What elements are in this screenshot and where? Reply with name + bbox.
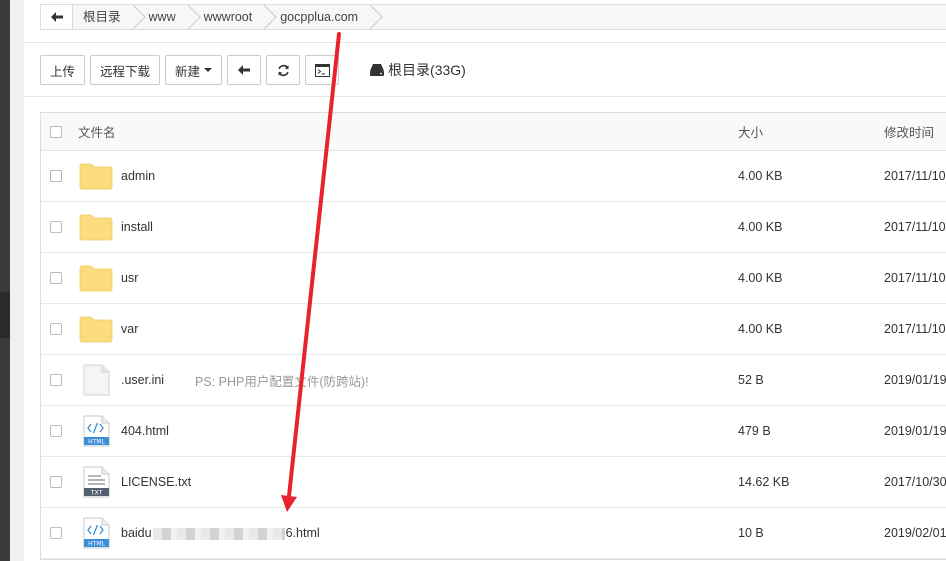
file-name-prefix: baidu	[121, 526, 152, 540]
file-name-link[interactable]: usr	[121, 271, 138, 285]
file-name-link[interactable]: var	[121, 322, 138, 336]
file-size: 479 B	[738, 424, 771, 438]
file-size: 4.00 KB	[738, 322, 783, 336]
file-name-link[interactable]: install	[121, 220, 153, 234]
file-modified: 2019/02/01	[884, 526, 946, 540]
table-row[interactable]: var 4.00 KB 2017/11/10	[41, 304, 946, 355]
disk-label: 根目录(33G)	[388, 62, 466, 78]
breadcrumb-back-button[interactable]	[41, 5, 73, 29]
table-row[interactable]: HTML baidu 6.html 10 B 2019/02/01	[41, 508, 946, 559]
row-checkbox[interactable]	[50, 374, 62, 386]
row-checkbox[interactable]	[50, 272, 62, 284]
file-note: PS: PHP用户配置文件(防跨站)!	[195, 374, 369, 389]
file-modified: 2019/01/19	[884, 373, 946, 387]
refresh-icon	[277, 64, 289, 76]
column-header-name[interactable]: 文件名	[78, 122, 116, 141]
txt-file-icon: TXT	[83, 466, 110, 498]
breadcrumb-item-wwwroot[interactable]: wwwroot	[190, 5, 267, 29]
file-size: 4.00 KB	[738, 271, 783, 285]
new-button-label: 新建	[175, 64, 201, 79]
redacted-region	[152, 527, 285, 540]
folder-icon	[79, 316, 113, 343]
folder-icon	[79, 163, 113, 190]
breadcrumb: 根目录 www wwwroot gocpplua.com	[40, 4, 946, 30]
column-header-size[interactable]: 大小	[738, 122, 763, 141]
left-sidebar-edge	[0, 0, 10, 561]
file-modified: 2017/11/10	[884, 220, 946, 234]
file-modified: 2019/01/19	[884, 424, 946, 438]
remote-download-button[interactable]: 远程下载	[90, 55, 161, 85]
svg-text:HTML: HTML	[88, 439, 105, 446]
arrow-left-icon	[50, 12, 63, 22]
html-file-icon: HTML	[83, 415, 110, 447]
file-size: 4.00 KB	[738, 169, 783, 183]
table-row[interactable]: usr 4.00 KB 2017/11/10	[41, 253, 946, 304]
hdd-icon	[370, 64, 385, 76]
terminal-icon	[314, 63, 330, 77]
folder-icon	[79, 265, 113, 292]
table-row[interactable]: TXT LICENSE.txt 14.62 KB 2017/10/30	[41, 457, 946, 508]
toolbar: 上传 远程下载 新建 根目录(33G)	[40, 55, 466, 85]
file-name-suffix: 6.html	[285, 526, 320, 540]
svg-text:TXT: TXT	[90, 490, 103, 497]
file-size: 14.62 KB	[738, 475, 790, 489]
back-button[interactable]	[227, 55, 262, 85]
file-modified: 2017/11/10	[884, 322, 946, 336]
refresh-button[interactable]	[266, 55, 301, 85]
row-checkbox[interactable]	[50, 476, 62, 488]
arrow-left-icon	[238, 65, 251, 75]
svg-text:HTML: HTML	[88, 541, 105, 548]
file-name-link[interactable]: admin	[121, 169, 155, 183]
folder-icon	[79, 214, 113, 241]
table-header: 文件名 大小 修改时间	[41, 113, 946, 151]
terminal-button[interactable]	[305, 55, 340, 85]
file-name-link[interactable]: .user.ini	[121, 373, 164, 387]
file-name-link[interactable]: 404.html	[121, 424, 169, 438]
new-dropdown-button[interactable]: 新建	[165, 55, 223, 85]
html-file-icon: HTML	[83, 517, 110, 549]
file-modified: 2017/11/10	[884, 271, 946, 285]
file-modified: 2017/10/30	[884, 475, 946, 489]
table-row[interactable]: HTML 404.html 479 B 2019/01/19	[41, 406, 946, 457]
file-name-link[interactable]: baidu 6.html	[121, 526, 320, 540]
table-row[interactable]: .user.ini PS: PHP用户配置文件(防跨站)! 52 B 2019/…	[41, 355, 946, 406]
caret-down-icon	[204, 68, 213, 72]
row-checkbox[interactable]	[50, 527, 62, 539]
column-header-modified[interactable]: 修改时间	[884, 122, 934, 141]
file-size: 52 B	[738, 373, 764, 387]
disk-info: 根目录(33G)	[370, 60, 466, 80]
upload-button[interactable]: 上传	[40, 55, 86, 85]
file-modified: 2017/11/10	[884, 169, 946, 183]
file-size: 10 B	[738, 526, 764, 540]
breadcrumb-item-root[interactable]: 根目录	[73, 5, 135, 29]
table-row[interactable]: install 4.00 KB 2017/11/10	[41, 202, 946, 253]
row-checkbox[interactable]	[50, 425, 62, 437]
file-icon	[83, 364, 110, 396]
row-checkbox[interactable]	[50, 170, 62, 182]
row-checkbox[interactable]	[50, 221, 62, 233]
row-checkbox[interactable]	[50, 323, 62, 335]
table-row[interactable]: admin 4.00 KB 2017/11/10	[41, 151, 946, 202]
select-all-checkbox[interactable]	[50, 125, 62, 138]
file-name-link[interactable]: LICENSE.txt	[121, 475, 191, 489]
file-table: 文件名 大小 修改时间 admin 4.00 KB 2017/11/10 ins…	[40, 112, 946, 560]
file-size: 4.00 KB	[738, 220, 783, 234]
file-manager-panel: 根目录 www wwwroot gocpplua.com 上传 远程下载 新建	[24, 0, 946, 561]
breadcrumb-item-domain[interactable]: gocpplua.com	[266, 5, 372, 29]
